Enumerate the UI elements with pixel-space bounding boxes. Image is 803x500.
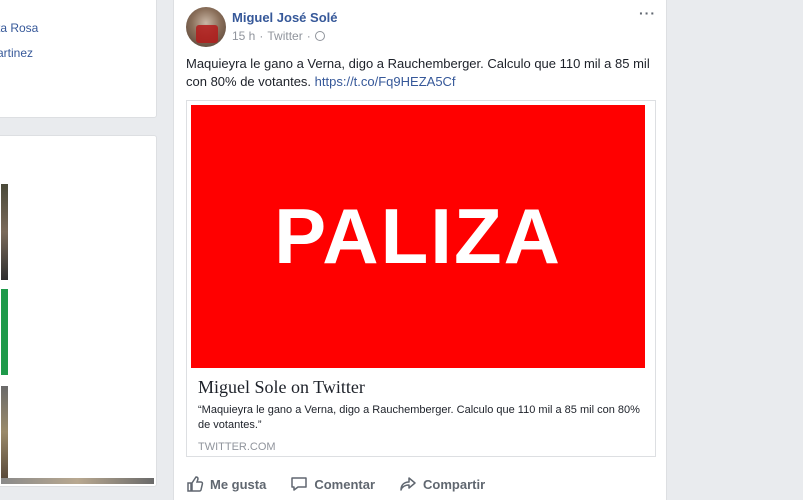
feed-post: Miguel José Solé 15 h · Twitter · ··· Ma… [173, 0, 667, 500]
meta-separator: · [259, 29, 264, 43]
share-label: Compartir [423, 476, 486, 492]
left-sidebar-card: ta Rosa artinez [0, 0, 157, 118]
photo-thumbnail[interactable] [1, 184, 8, 280]
left-photos-card [0, 135, 157, 487]
share-icon [400, 477, 416, 491]
post-author[interactable]: Miguel José Solé [232, 10, 337, 25]
comment-icon [291, 477, 308, 491]
link-description: “Maquieyra le gano a Verna, digo a Rauch… [198, 404, 640, 431]
share-button[interactable]: Compartir [399, 475, 485, 493]
comment-button[interactable]: Comentar [290, 475, 375, 493]
post-source[interactable]: Twitter [267, 29, 302, 43]
link-title[interactable]: Miguel Sole on Twitter [198, 377, 365, 398]
avatar[interactable] [186, 7, 226, 47]
link-preview-image[interactable]: PALIZA [191, 105, 645, 368]
link-domain: TWITTER.COM [198, 441, 276, 453]
comment-label: Comentar [314, 476, 376, 492]
post-meta: 15 h · Twitter · [232, 29, 325, 43]
like-label: Me gusta [210, 476, 267, 492]
post-link[interactable]: https://t.co/Fq9HEZA5Cf [315, 74, 456, 89]
link-preview-card[interactable]: PALIZA Miguel Sole on Twitter “Maquieyra… [186, 100, 656, 457]
like-button[interactable]: Me gusta [186, 475, 266, 493]
photo-thumbnail[interactable] [1, 386, 8, 478]
photo-strip[interactable] [1, 478, 154, 484]
thumbs-up-icon [187, 476, 204, 492]
post-actions: Me gusta Comentar Compartir [186, 472, 656, 496]
photo-thumbnail[interactable] [1, 289, 8, 375]
sidebar-link-1[interactable]: ta Rosa [0, 21, 38, 35]
post-time[interactable]: 15 h [232, 29, 255, 43]
link-image-text: PALIZA [274, 192, 562, 280]
more-options-icon[interactable]: ··· [639, 5, 656, 21]
meta-separator: · [306, 29, 311, 43]
post-text: Maquieyra le gano a Verna, digo a Rauche… [186, 55, 656, 91]
sidebar-link-2[interactable]: artinez [0, 46, 33, 60]
globe-icon [314, 31, 325, 41]
